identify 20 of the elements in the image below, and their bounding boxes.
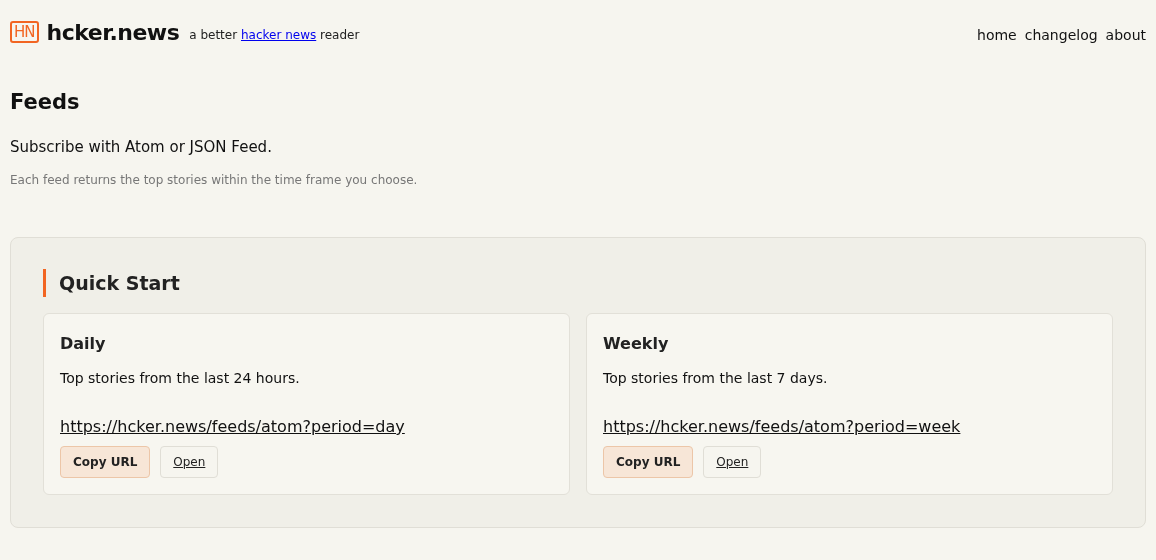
feed-title: Weekly bbox=[603, 334, 670, 353]
feed-url-link[interactable]: https://hcker.news/feeds/atom?period=day bbox=[60, 417, 405, 436]
feed-title: Daily bbox=[60, 334, 107, 353]
copy-url-button[interactable]: Copy URL bbox=[603, 446, 694, 478]
open-button[interactable]: Open bbox=[160, 446, 219, 478]
nav-link[interactable]: home bbox=[977, 27, 1017, 43]
feed-url-link[interactable]: https://hcker.news/feeds/atom?period=week bbox=[603, 417, 961, 436]
tagline: a better hacker news reader bbox=[189, 28, 360, 42]
tagline-link[interactable]: hacker news bbox=[240, 28, 317, 42]
section-title: Quick Start bbox=[43, 269, 1113, 297]
site-name[interactable]: hcker.news bbox=[46, 19, 180, 45]
nav-link[interactable]: changelog bbox=[1024, 27, 1098, 43]
intro-text: Subscribe with Atom or JSON Feed. bbox=[10, 138, 273, 156]
nav-link[interactable]: about bbox=[1105, 27, 1146, 43]
open-button[interactable]: Open bbox=[703, 446, 762, 478]
copy-url-button[interactable]: Copy URL bbox=[60, 446, 151, 478]
feed-description: Top stories from the last 7 days. bbox=[603, 370, 829, 386]
page-title: Feeds bbox=[10, 90, 81, 114]
note-text: Each feed returns the top stories within the time frame you choose. bbox=[10, 173, 419, 187]
feed-description: Top stories from the last 24 hours. bbox=[60, 370, 301, 386]
